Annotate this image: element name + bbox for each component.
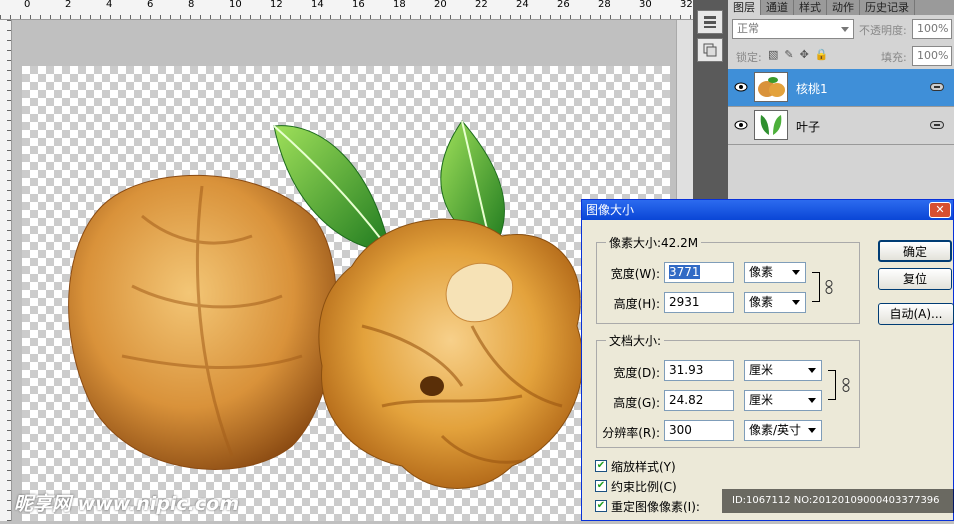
pixel-height-input[interactable]: 2931 (664, 292, 734, 313)
chevron-down-icon (808, 428, 816, 433)
close-icon[interactable]: ✕ (929, 202, 951, 218)
image-size-dialog: 图像大小 ✕ 像素大小:42.2M 宽度(W): 3771 像素 高度(H): … (581, 199, 954, 521)
document-canvas[interactable] (22, 66, 670, 521)
doc-height-input[interactable]: 24.82 (664, 390, 734, 411)
tab-channels[interactable]: 通道 (761, 0, 794, 15)
ruler-tick-label: 12 (270, 0, 283, 10)
blend-mode-select[interactable]: 正常 (732, 19, 854, 39)
ruler-tick-label: 30 (639, 0, 652, 10)
opacity-label: 不透明度: (859, 24, 907, 37)
tab-layers[interactable]: 图层 (728, 0, 761, 15)
scale-styles-checkbox[interactable]: ✔ (595, 460, 607, 472)
resolution-input[interactable]: 300 (664, 420, 734, 441)
layers-panel-icon[interactable] (697, 10, 723, 34)
ruler-tick-label: 0 (24, 0, 31, 10)
layer-name: 叶子 (796, 120, 821, 134)
pixel-height-label: 高度(H): (613, 297, 660, 311)
opacity-input[interactable]: 100% (912, 19, 952, 39)
eye-icon[interactable] (734, 118, 748, 132)
chevron-down-icon (792, 270, 800, 275)
ruler-tick-label: 22 (475, 0, 488, 10)
pixel-dimensions-label: 像素大小:42.2M (606, 234, 702, 251)
dialog-titlebar[interactable]: 图像大小 ✕ (582, 200, 953, 220)
doc-width-unit-select[interactable]: 厘米 (744, 360, 822, 381)
fill-input[interactable]: 100% (912, 46, 952, 66)
constrain-proportions-checkbox[interactable]: ✔ (595, 480, 607, 492)
ruler-tick-label: 14 (311, 0, 324, 10)
doc-height-unit-select[interactable]: 厘米 (744, 390, 822, 411)
pixel-width-unit: 像素 (749, 265, 774, 279)
ruler-tick-label: 16 (352, 0, 365, 10)
doc-height-unit: 厘米 (749, 393, 774, 407)
pixel-width-unit-select[interactable]: 像素 (744, 262, 806, 283)
ruler-tick-label: 20 (434, 0, 447, 10)
scale-styles-label: 缩放样式(Y) (611, 460, 676, 474)
layer-thumbnail (754, 110, 788, 140)
resolution-unit: 像素/英寸 (749, 423, 802, 437)
chevron-down-icon (808, 398, 816, 403)
chevron-down-icon (792, 300, 800, 305)
history-panel-icon[interactable] (697, 38, 723, 62)
auto-button[interactable]: 自动(A)... (878, 303, 954, 325)
fill-label: 填充: (881, 51, 907, 64)
layer-row-walnut[interactable]: 核桃1 (728, 69, 954, 107)
ruler-tick-label: 10 (229, 0, 242, 10)
link-icon (930, 121, 944, 129)
ruler-tick-label: 6 (147, 0, 154, 10)
panel-tabs: 图层 通道 样式 动作 历史记录 (728, 0, 954, 15)
ruler-tick-label: 18 (393, 0, 406, 10)
ruler-tick-label: 4 (106, 0, 113, 10)
ruler-tick-label: 28 (598, 0, 611, 10)
watermark-right: ID:1067112 NO:20120109000403377396 (722, 489, 954, 513)
chain-link-icon (842, 378, 850, 392)
layer-name: 核桃1 (796, 82, 828, 96)
chevron-down-icon (841, 27, 849, 32)
lock-icons: ▧ ✎ ✥ 🔒 (768, 48, 829, 61)
doc-width-unit: 厘米 (749, 363, 774, 377)
tab-history[interactable]: 历史记录 (860, 0, 915, 15)
layer-thumbnail (754, 72, 788, 102)
resolution-unit-select[interactable]: 像素/英寸 (744, 420, 822, 441)
reset-button[interactable]: 复位 (878, 268, 952, 290)
lock-label: 锁定: (736, 51, 762, 64)
walnut-artwork (68, 120, 584, 489)
blend-mode-value: 正常 (737, 22, 759, 35)
ruler-tick-label: 24 (516, 0, 529, 10)
pixel-constrain-bracket (812, 272, 820, 302)
doc-width-input[interactable]: 31.93 (664, 360, 734, 381)
ruler-tick-label: 2 (65, 0, 72, 10)
pixel-height-unit: 像素 (749, 295, 774, 309)
pixel-width-label: 宽度(W): (610, 267, 660, 281)
ruler-tick-label: 32 (680, 0, 693, 10)
eye-icon[interactable] (734, 80, 748, 94)
document-size-label: 文档大小: (606, 332, 665, 349)
doc-height-label: 高度(G): (613, 396, 660, 410)
ruler-tick-label: 8 (188, 0, 195, 10)
lock-transparency-icon[interactable]: ▧ (768, 48, 778, 61)
lock-brush-icon[interactable]: ✎ (784, 48, 793, 61)
pixel-height-unit-select[interactable]: 像素 (744, 292, 806, 313)
lock-icon[interactable]: 🔒 (815, 48, 829, 61)
doc-width-label: 宽度(D): (613, 366, 660, 380)
doc-constrain-bracket (828, 370, 836, 400)
vertical-ruler (0, 20, 12, 521)
link-icon (930, 83, 944, 91)
constrain-proportions-label: 约束比例(C) (611, 480, 677, 494)
layer-row-leaf[interactable]: 叶子 (728, 107, 954, 145)
resample-checkbox[interactable]: ✔ (595, 500, 607, 512)
ruler-tick-label: 26 (557, 0, 570, 10)
pixel-width-input[interactable]: 3771 (664, 262, 734, 283)
tab-styles[interactable]: 样式 (794, 0, 827, 15)
ok-button[interactable]: 确定 (878, 240, 952, 262)
resolution-label: 分辨率(R): (602, 426, 660, 440)
lock-move-icon[interactable]: ✥ (800, 48, 809, 61)
chain-link-icon (825, 280, 833, 294)
resample-label: 重定图像像素(I): (611, 500, 700, 514)
horizontal-ruler: 0 2 4 6 8 10 12 14 16 18 20 22 24 26 28 30 32 (0, 0, 693, 20)
pixel-width-value: 3771 (669, 265, 700, 279)
watermark-left: 昵享网 www.nipic.com (14, 493, 240, 515)
dialog-title: 图像大小 (586, 203, 635, 217)
chevron-down-icon (808, 368, 816, 373)
tab-actions[interactable]: 动作 (827, 0, 860, 15)
